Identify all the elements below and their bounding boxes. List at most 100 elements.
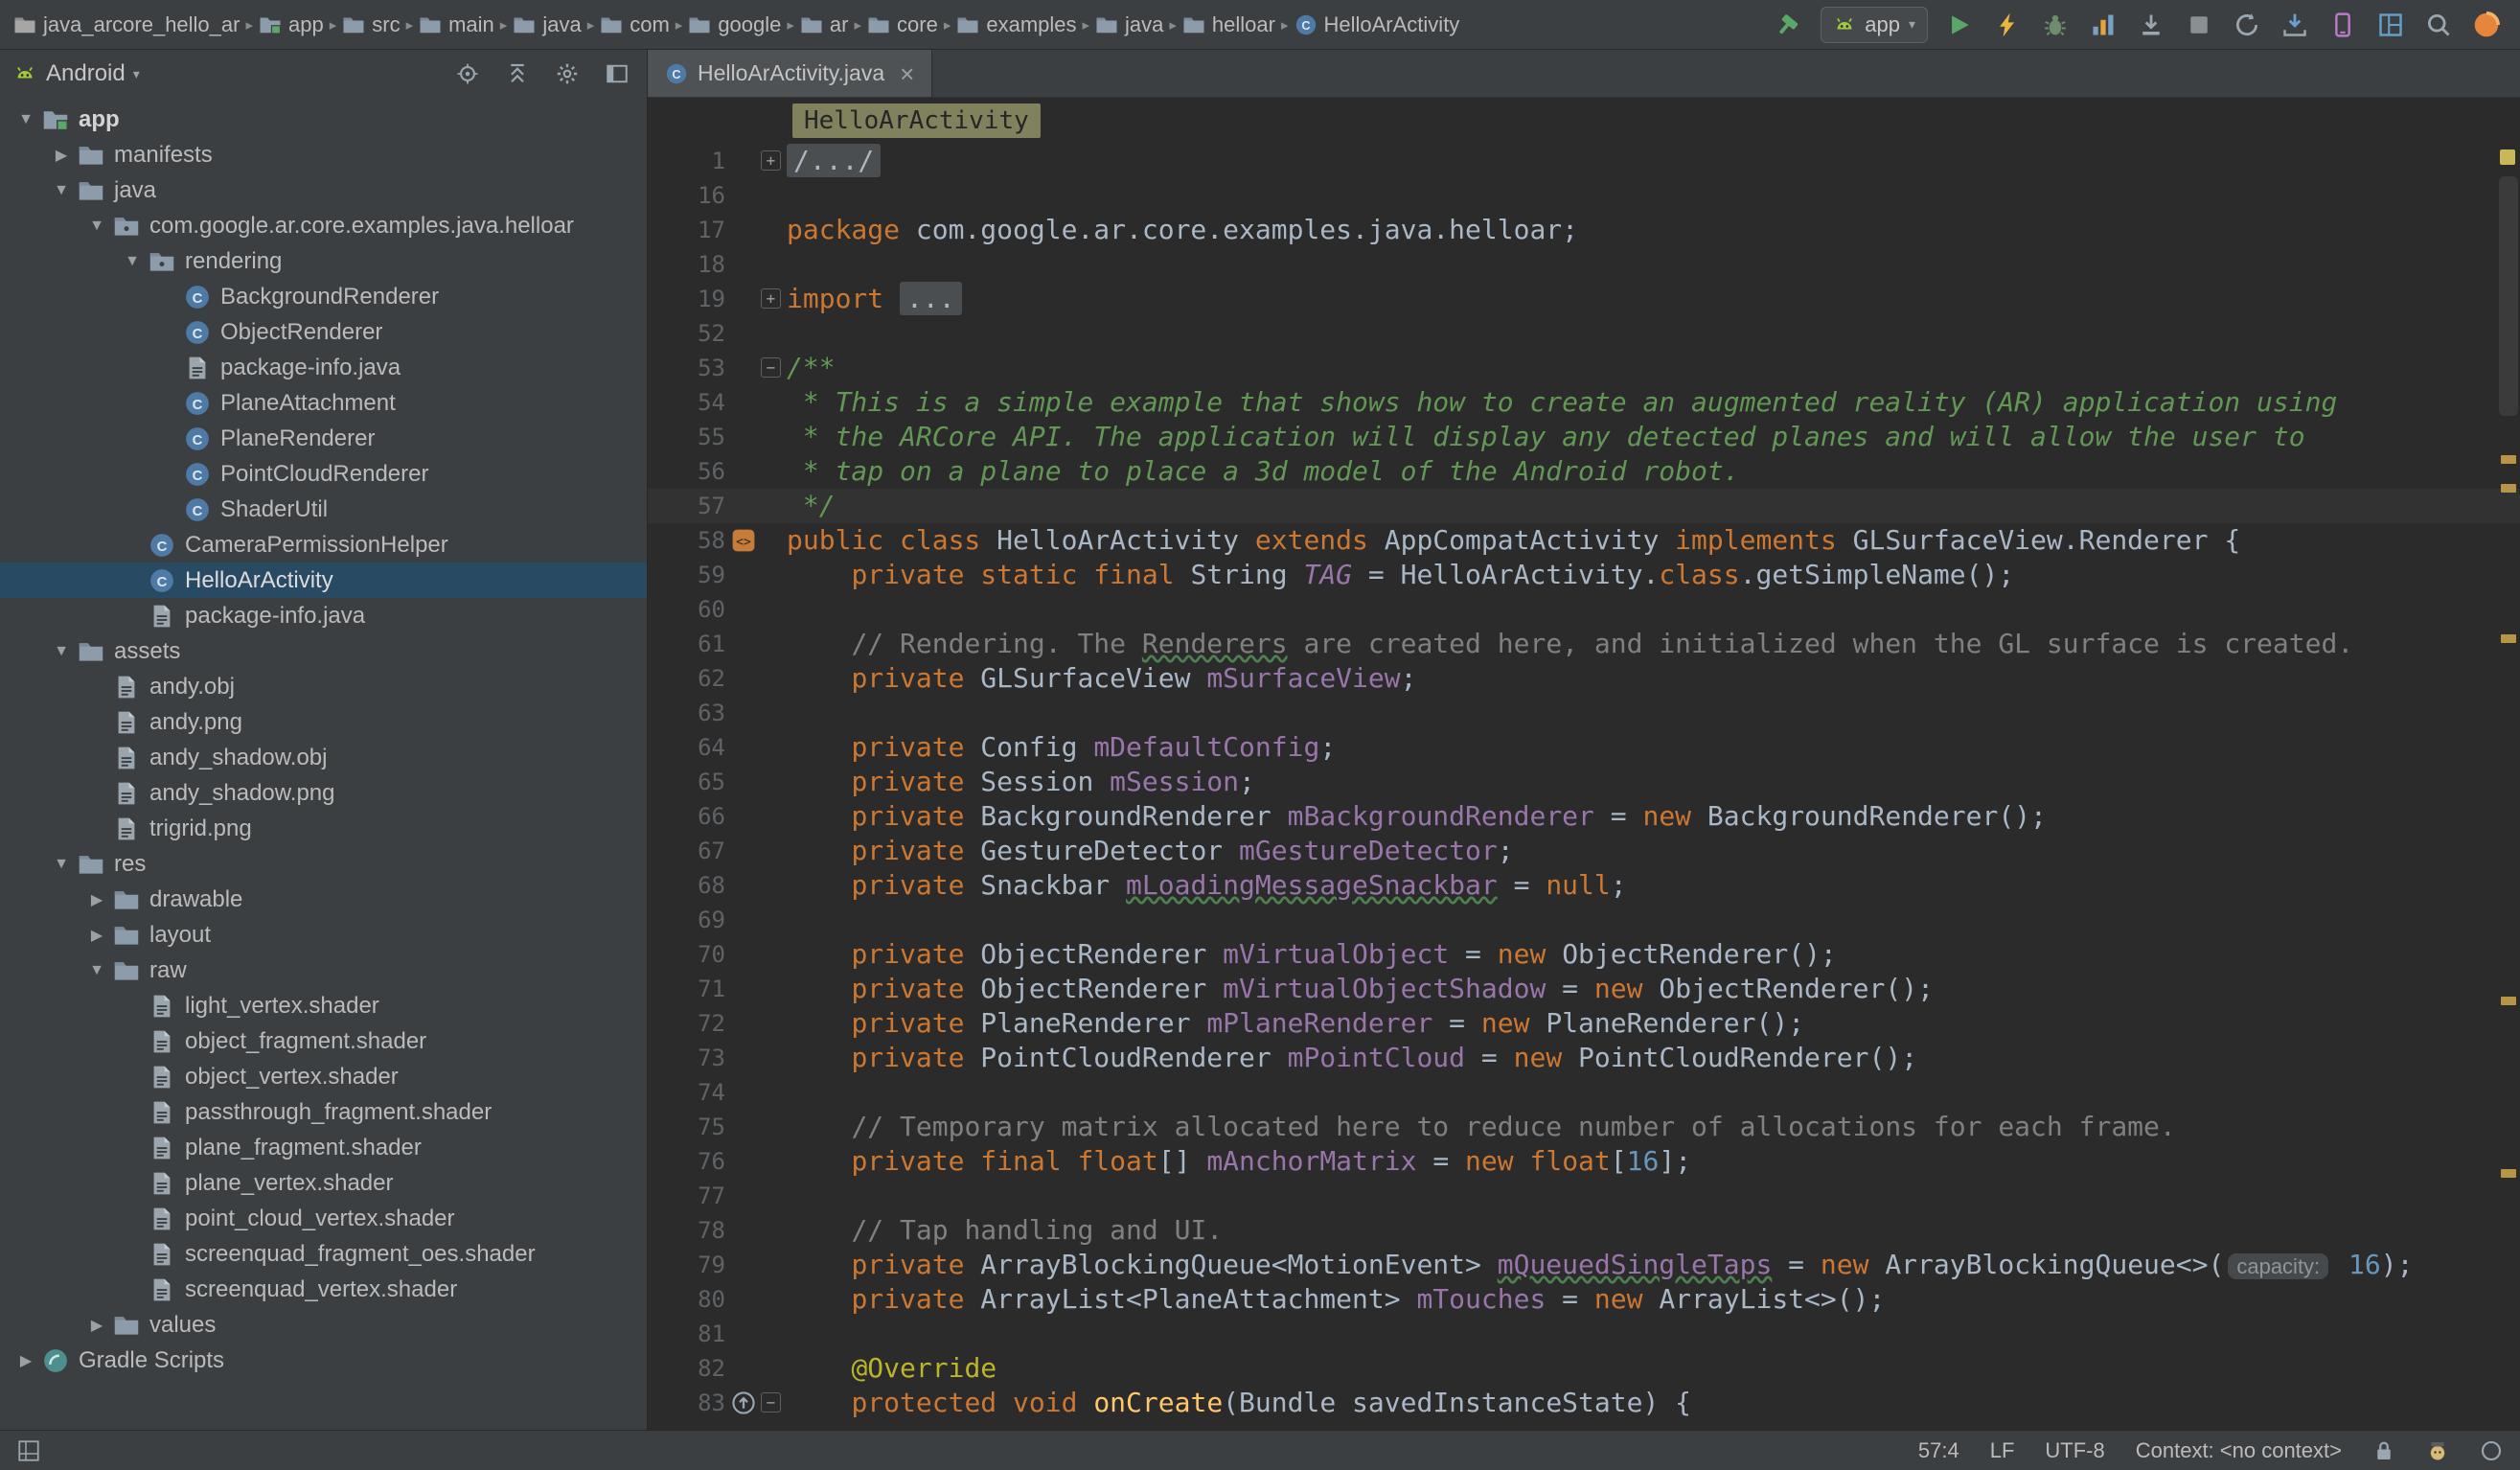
chevron-collapsed-icon[interactable]: ▶ bbox=[45, 146, 78, 165]
breadcrumb-google[interactable]: google bbox=[688, 12, 781, 37]
code-line-65[interactable]: 65 private Session mSession; bbox=[648, 765, 2520, 799]
tree-item-assets[interactable]: ▼assets bbox=[0, 633, 647, 669]
tree-item-light-vertex-shader[interactable]: light_vertex.shader bbox=[0, 988, 647, 1023]
code-line-59[interactable]: 59 private static final String TAG = Hel… bbox=[648, 558, 2520, 592]
search-everywhere-button[interactable] bbox=[2422, 9, 2455, 41]
toolwindow-switcher-icon[interactable] bbox=[17, 1439, 40, 1462]
build-button[interactable] bbox=[1773, 9, 1805, 41]
encoding-widget[interactable]: UTF-8 bbox=[2045, 1438, 2104, 1463]
breadcrumb-src[interactable]: src bbox=[342, 12, 400, 37]
tree-item-backgroundrenderer[interactable]: CBackgroundRenderer bbox=[0, 279, 647, 314]
breadcrumb-class[interactable]: HelloArActivity bbox=[792, 103, 1041, 138]
sdk-manager-button[interactable] bbox=[2279, 9, 2311, 41]
tree-item-andy-png[interactable]: andy.png bbox=[0, 704, 647, 740]
warning-stripe-mark[interactable] bbox=[2501, 634, 2516, 643]
code-line-73[interactable]: 73 private PointCloudRenderer mPointClou… bbox=[648, 1041, 2520, 1075]
code-line-80[interactable]: 80 private ArrayList<PlaneAttachment> mT… bbox=[648, 1282, 2520, 1317]
fold-collapse-icon[interactable]: − bbox=[761, 1392, 781, 1413]
assistant-button[interactable] bbox=[2470, 9, 2503, 41]
stop-button[interactable] bbox=[2183, 9, 2215, 41]
tree-item-package-info-java[interactable]: package-info.java bbox=[0, 350, 647, 385]
code-line-78[interactable]: 78 // Tap handling and UI. bbox=[648, 1213, 2520, 1248]
tree-item-object-vertex-shader[interactable]: object_vertex.shader bbox=[0, 1059, 647, 1094]
tree-item-raw[interactable]: ▼raw bbox=[0, 953, 647, 988]
code-line-72[interactable]: 72 private PlaneRenderer mPlaneRenderer … bbox=[648, 1006, 2520, 1041]
tree-item-package-info-java[interactable]: package-info.java bbox=[0, 598, 647, 633]
chevron-expanded-icon[interactable]: ▼ bbox=[116, 253, 149, 270]
tree-item-trigrid-png[interactable]: trigrid.png bbox=[0, 811, 647, 846]
tree-item-java[interactable]: ▼java bbox=[0, 172, 647, 208]
fold-expand-icon[interactable]: + bbox=[761, 288, 781, 309]
tree-item-objectrenderer[interactable]: CObjectRenderer bbox=[0, 314, 647, 350]
tree-item-andy-obj[interactable]: andy.obj bbox=[0, 669, 647, 704]
tree-item-gradle-scripts[interactable]: ▶Gradle Scripts bbox=[0, 1343, 647, 1378]
code-line-66[interactable]: 66 private BackgroundRenderer mBackgroun… bbox=[648, 799, 2520, 834]
fold-collapse-icon[interactable]: − bbox=[761, 357, 781, 378]
tree-item-screenquad-vertex-shader[interactable]: screenquad_vertex.shader bbox=[0, 1272, 647, 1307]
code-line-75[interactable]: 75 // Temporary matrix allocated here to… bbox=[648, 1110, 2520, 1144]
breadcrumb-core[interactable]: core bbox=[867, 12, 938, 37]
tree-item-shaderutil[interactable]: CShaderUtil bbox=[0, 492, 647, 527]
tree-item-layout[interactable]: ▶layout bbox=[0, 917, 647, 953]
code-line-67[interactable]: 67 private GestureDetector mGestureDetec… bbox=[648, 834, 2520, 868]
code-line-19[interactable]: 19+import ... bbox=[648, 282, 2520, 316]
code-line-53[interactable]: 53−/** bbox=[648, 351, 2520, 385]
tree-item-andy-shadow-png[interactable]: andy_shadow.png bbox=[0, 775, 647, 811]
warning-stripe-mark[interactable] bbox=[2501, 484, 2516, 493]
tree-item-planerenderer[interactable]: CPlaneRenderer bbox=[0, 421, 647, 456]
breadcrumb-helloar[interactable]: helloar bbox=[1182, 12, 1275, 37]
tree-item-passthrough-fragment-shader[interactable]: passthrough_fragment.shader bbox=[0, 1094, 647, 1130]
close-tab-icon[interactable]: × bbox=[900, 61, 914, 86]
tree-item-values[interactable]: ▶values bbox=[0, 1307, 647, 1343]
code-line-18[interactable]: 18 bbox=[648, 247, 2520, 282]
tree-item-drawable[interactable]: ▶drawable bbox=[0, 882, 647, 917]
code-line-83[interactable]: 83− protected void onCreate(Bundle saved… bbox=[648, 1386, 2520, 1420]
tree-item-screenquad-fragment-oes-shader[interactable]: screenquad_fragment_oes.shader bbox=[0, 1236, 647, 1272]
tree-item-planeattachment[interactable]: CPlaneAttachment bbox=[0, 385, 647, 421]
tree-item-res[interactable]: ▼res bbox=[0, 846, 647, 882]
warning-stripe-mark[interactable] bbox=[2501, 997, 2516, 1005]
tree-item-manifests[interactable]: ▶manifests bbox=[0, 137, 647, 172]
breadcrumb-java[interactable]: java bbox=[513, 12, 581, 37]
chevron-expanded-icon[interactable]: ▼ bbox=[45, 643, 78, 660]
tree-item-camerapermissionhelper[interactable]: CCameraPermissionHelper bbox=[0, 527, 647, 563]
override-icon[interactable] bbox=[731, 1390, 756, 1415]
code-line-61[interactable]: 61 // Rendering. The Renderers are creat… bbox=[648, 627, 2520, 661]
tree-item-plane-vertex-shader[interactable]: plane_vertex.shader bbox=[0, 1165, 647, 1201]
tree-item-object-fragment-shader[interactable]: object_fragment.shader bbox=[0, 1023, 647, 1059]
tree-item-helloaractivity[interactable]: CHelloArActivity bbox=[0, 563, 647, 598]
inspections-profile-icon[interactable] bbox=[2426, 1439, 2449, 1462]
editor-tab-helloaractivity[interactable]: C HelloArActivity.java × bbox=[648, 50, 932, 97]
code-line-71[interactable]: 71 private ObjectRenderer mVirtualObject… bbox=[648, 972, 2520, 1006]
settings-button[interactable] bbox=[551, 57, 584, 90]
hide-panel-button[interactable] bbox=[601, 57, 633, 90]
sync-project-button[interactable] bbox=[2231, 9, 2263, 41]
code-editor[interactable]: 1+/.../1617package com.google.ar.core.ex… bbox=[648, 144, 2520, 1430]
attach-debugger-button[interactable] bbox=[2135, 9, 2167, 41]
tree-item-andy-shadow-obj[interactable]: andy_shadow.obj bbox=[0, 740, 647, 775]
tree-item-app[interactable]: ▼app bbox=[0, 102, 647, 137]
warning-stripe-mark[interactable] bbox=[2501, 455, 2516, 464]
breadcrumb-examples[interactable]: examples bbox=[956, 12, 1076, 37]
run-config-select[interactable]: app▾ bbox=[1821, 7, 1928, 43]
code-line-64[interactable]: 64 private Config mDefaultConfig; bbox=[648, 730, 2520, 765]
scrollbar-thumb[interactable] bbox=[2499, 176, 2518, 416]
chevron-collapsed-icon[interactable]: ▶ bbox=[80, 1316, 113, 1335]
code-line-1[interactable]: 1+/.../ bbox=[648, 144, 2520, 178]
layout-inspector-button[interactable] bbox=[2374, 9, 2407, 41]
breadcrumb-helloaractivity[interactable]: CHelloArActivity bbox=[1294, 12, 1460, 37]
chevron-expanded-icon[interactable]: ▼ bbox=[80, 218, 113, 235]
tree-item-rendering[interactable]: ▼rendering bbox=[0, 243, 647, 279]
code-line-16[interactable]: 16 bbox=[648, 178, 2520, 213]
profiler-button[interactable] bbox=[2087, 9, 2119, 41]
code-line-68[interactable]: 68 private Snackbar mLoadingMessageSnack… bbox=[648, 868, 2520, 903]
code-line-70[interactable]: 70 private ObjectRenderer mVirtualObject… bbox=[648, 937, 2520, 972]
line-separator-widget[interactable]: LF bbox=[1990, 1438, 2015, 1463]
debug-button[interactable] bbox=[2039, 9, 2072, 41]
code-line-77[interactable]: 77 bbox=[648, 1179, 2520, 1213]
chevron-collapsed-icon[interactable]: ▶ bbox=[80, 890, 113, 909]
fold-expand-icon[interactable]: + bbox=[761, 150, 781, 171]
code-line-56[interactable]: 56 * tap on a plane to place a 3d model … bbox=[648, 454, 2520, 489]
avd-manager-button[interactable] bbox=[2326, 9, 2359, 41]
readonly-lock-icon[interactable] bbox=[2372, 1439, 2395, 1462]
